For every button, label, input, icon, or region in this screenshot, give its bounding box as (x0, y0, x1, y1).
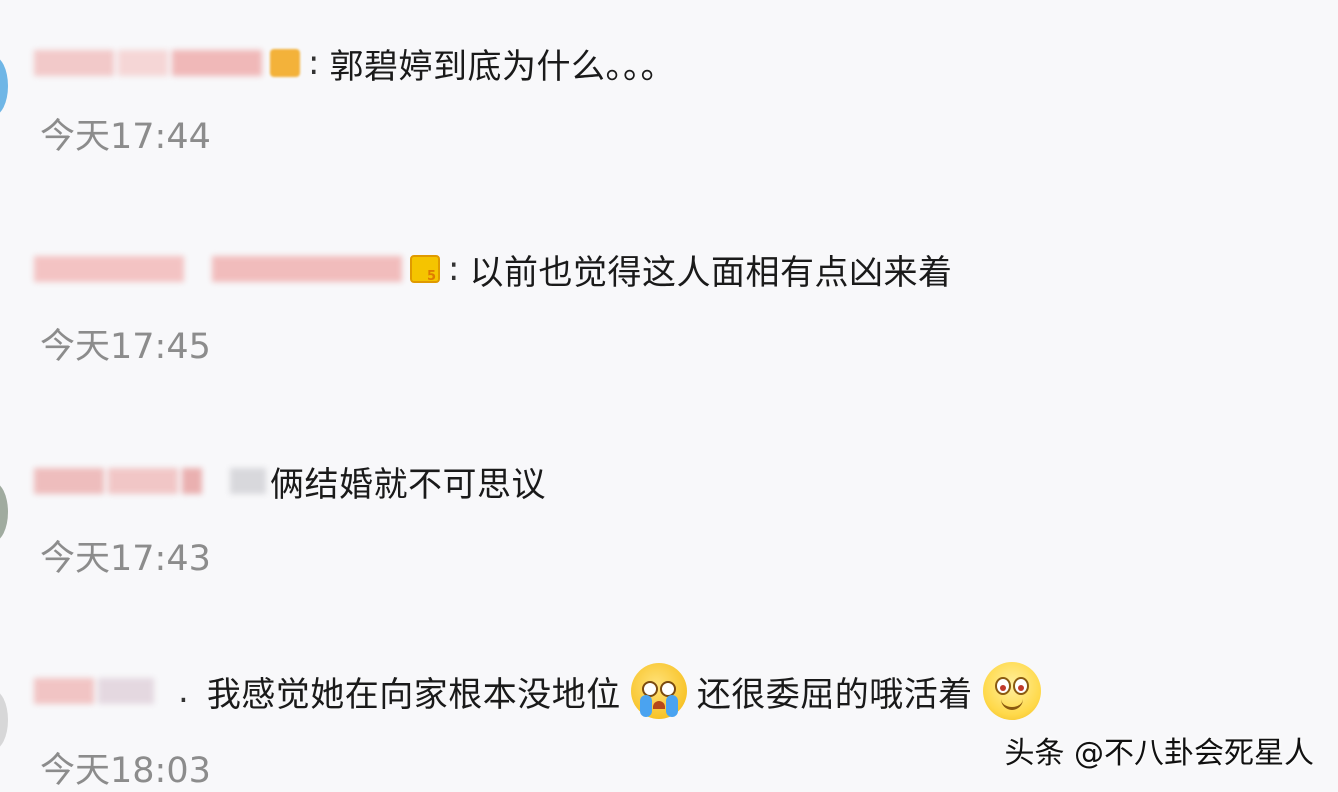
comment-line: . 我感觉她在向家根本没地位 还很委屈的哦活着 (34, 662, 1051, 720)
comment-text: 俩结婚就不可思议 (270, 464, 546, 505)
user-level-badge-icon (270, 49, 300, 77)
comment-timestamp: 今天18:03 (40, 751, 211, 791)
username-blurred[interactable] (34, 461, 270, 501)
comment-text: 郭碧婷到底为什么。。。 (329, 46, 675, 87)
username-blurred[interactable] (34, 249, 406, 289)
name-separator: : (448, 249, 460, 289)
comment-list-screen: : 郭碧婷到底为什么。。。 今天17:44 : 以前也觉得这人面相有点凶来着 今… (0, 0, 1338, 792)
comment-line: 俩结婚就不可思议 (34, 458, 546, 505)
comment-text-continued: 还很委屈的哦活着 (696, 674, 973, 715)
comment-line: : 以前也觉得这人面相有点凶来着 (34, 246, 953, 293)
vip-badge-icon (410, 255, 440, 284)
watermark: 头条 @不八卦会死星人 (1004, 736, 1314, 771)
name-separator: . (178, 671, 189, 711)
crying-face-icon (630, 663, 687, 719)
avatar[interactable] (0, 56, 8, 116)
name-separator: : (308, 43, 320, 83)
smiling-face-icon (982, 662, 1041, 720)
username-blurred[interactable] (34, 43, 266, 83)
comment-timestamp: 今天17:45 (40, 327, 211, 367)
comment-text: 以前也觉得这人面相有点凶来着 (469, 252, 953, 293)
comment-timestamp: 今天17:43 (40, 539, 211, 579)
comment-timestamp: 今天17:44 (40, 117, 211, 157)
comment-line: : 郭碧婷到底为什么。。。 (34, 40, 675, 87)
comment-text: 我感觉她在向家根本没地位 (206, 674, 621, 715)
avatar[interactable] (0, 482, 8, 542)
username-blurred[interactable] (34, 671, 158, 711)
avatar[interactable] (0, 690, 8, 750)
